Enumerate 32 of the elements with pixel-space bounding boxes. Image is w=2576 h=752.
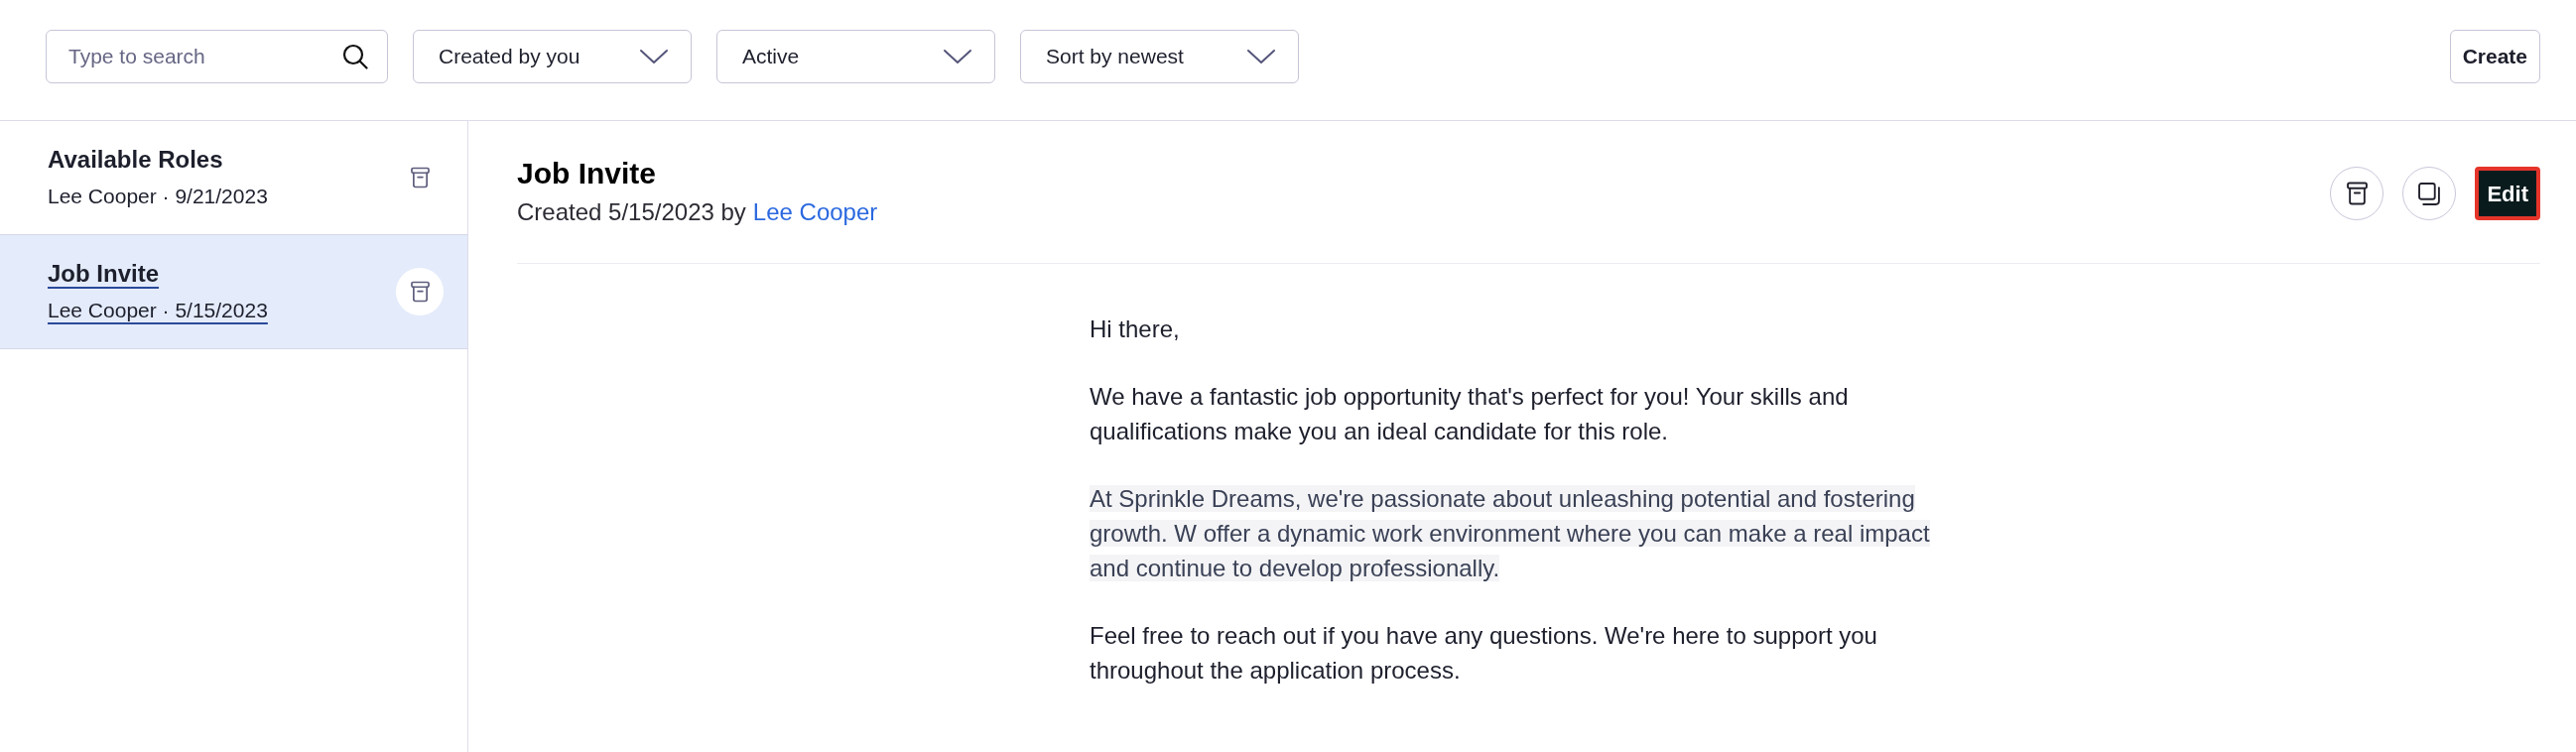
edit-button[interactable]: Edit bbox=[2475, 167, 2540, 220]
author-link[interactable]: Lee Cooper bbox=[752, 196, 878, 228]
archive-button[interactable] bbox=[396, 268, 444, 315]
message-paragraph: We have a fantastic job opportunity that's perfect for you! Your skills and qualifications make you an ideal candidate for this role. bbox=[1090, 382, 1850, 446]
message-paragraph: Feel free to reach out if you have any questions. We're here to support you throughout the application process. bbox=[1090, 621, 1878, 686]
item-meta: Lee Cooper · 5/15/2023 bbox=[48, 298, 268, 323]
item-meta: Lee Cooper · 9/21/2023 bbox=[48, 184, 268, 209]
message-paragraph: Hi there, bbox=[1090, 314, 1181, 344]
copy-button[interactable] bbox=[2402, 167, 2457, 220]
chevron-down-icon bbox=[639, 49, 669, 64]
item-title: Job Invite bbox=[48, 259, 161, 289]
item-title: Available Roles bbox=[48, 145, 224, 175]
dropdown-value: Sort by newest bbox=[1046, 44, 1184, 70]
message-paragraph: At Sprinkle Dreams, we're passionate about unleashing potential and fostering growth. W offer a dynamic work environment where you can make a real impact and continue to develop professionally. bbox=[1090, 484, 1931, 583]
dropdown-value: Created by you bbox=[439, 44, 580, 70]
archive-button[interactable] bbox=[2330, 167, 2384, 220]
archive-icon bbox=[410, 281, 430, 303]
search-icon bbox=[342, 44, 368, 69]
sidebar-item[interactable]: Job Invite Lee Cooper · 5/15/2023 bbox=[0, 235, 467, 349]
chevron-down-icon bbox=[1246, 49, 1276, 64]
created-info: Created 5/15/2023 by bbox=[517, 197, 746, 227]
dropdown-value: Active bbox=[742, 44, 800, 70]
template-title: Job Invite bbox=[517, 156, 658, 191]
archive-icon bbox=[410, 167, 430, 188]
filter-dropdown[interactable]: Sort by newest bbox=[1020, 30, 1299, 83]
chevron-down-icon bbox=[943, 49, 972, 64]
copy-icon bbox=[2417, 182, 2441, 205]
search-field[interactable]: Type to search bbox=[46, 30, 388, 83]
create-button[interactable]: Create bbox=[2449, 30, 2540, 83]
archive-icon bbox=[2346, 182, 2368, 205]
filter-dropdown[interactable]: Active bbox=[716, 30, 995, 83]
filter-dropdown[interactable]: Created by you bbox=[413, 30, 692, 83]
